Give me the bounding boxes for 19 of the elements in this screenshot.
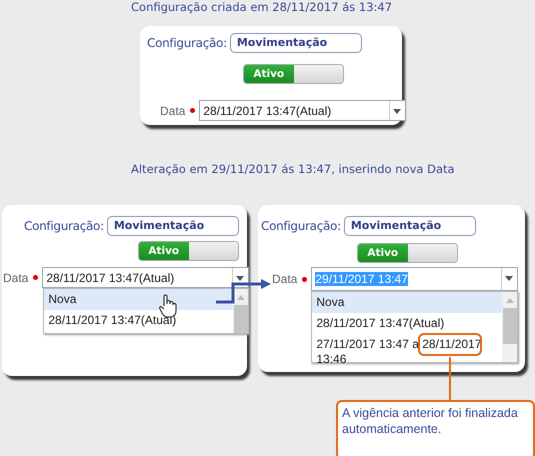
field-label: Data (3, 270, 28, 284)
field-label: Configuração: (261, 219, 341, 233)
field-label: Configuração: (24, 219, 104, 233)
text-field[interactable]: Movimentação (344, 216, 476, 236)
text-field[interactable]: Movimentação (106, 216, 239, 236)
text-field[interactable]: Movimentação (230, 33, 362, 53)
callout-note: A vigência anterior foi finalizada automaticamente. (336, 400, 535, 456)
dropdown-option[interactable]: Nova (44, 289, 234, 310)
dropdown-option[interactable]: 28/11/2017 13:47(Atual) (312, 313, 502, 334)
date-select[interactable]: 28/11/2017 13:47(Atual) (42, 267, 250, 288)
field-label: Data (160, 104, 186, 118)
field-label: Configuração: (147, 36, 227, 50)
field-label: Data (272, 272, 298, 286)
dropdown-option[interactable]: 27/11/2017 13:47 a 28/11/2017 13:46 (312, 334, 502, 370)
dropdown-option[interactable]: Nova (312, 292, 502, 313)
dropdown-option[interactable]: 28/11/2017 13:47(Atual) (44, 310, 234, 331)
section-title: Alteração em 29/11/2017 ás 13:47, inserindo nova Data (131, 162, 455, 176)
section-title: Configuração criada em 28/11/2017 ás 13:47 (131, 0, 392, 14)
date-select[interactable]: 28/11/2017 13:47(Atual) (199, 100, 406, 121)
